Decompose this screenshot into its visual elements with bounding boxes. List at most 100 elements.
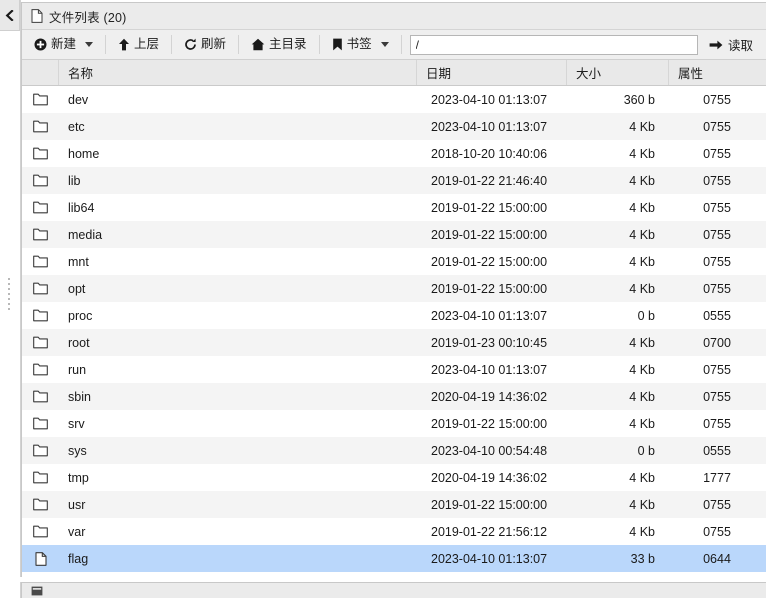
cell-attributes: 0755	[703, 119, 731, 134]
cell-date: 2019-01-22 15:00:00	[431, 200, 548, 215]
cell-date: 2023-04-10 01:13:07	[431, 119, 548, 134]
table-row[interactable]: sbin 2020-04-19 14:36:02 4 Kb 0755	[22, 383, 766, 410]
cell-size: 4 Kb	[629, 389, 655, 404]
table-row[interactable]: lib 2019-01-22 21:46:40 4 Kb 0755	[22, 167, 766, 194]
folder-icon	[22, 86, 59, 113]
cell-size: 0 b	[637, 443, 655, 458]
cell-size: 4 Kb	[629, 200, 655, 215]
table-row[interactable]: mnt 2019-01-22 15:00:00 4 Kb 0755	[22, 248, 766, 275]
new-button[interactable]: 新建	[26, 33, 101, 57]
panel-titlebar: 文件列表 (20)	[22, 3, 766, 30]
read-path-label: 读取	[727, 39, 753, 53]
folder-icon	[22, 410, 59, 437]
cell-name: sys	[68, 443, 87, 458]
cell-size: 4 Kb	[629, 146, 655, 161]
new-button-label: 新建	[51, 37, 77, 52]
cell-size: 4 Kb	[629, 470, 655, 485]
table-row[interactable]: opt 2019-01-22 15:00:00 4 Kb 0755	[22, 275, 766, 302]
panel-icon	[31, 585, 43, 597]
cell-attributes: 0755	[703, 497, 731, 512]
cell-name: mnt	[68, 254, 89, 269]
cell-size: 360 b	[623, 92, 655, 107]
cell-date: 2023-04-10 00:54:48	[431, 443, 548, 458]
table-row[interactable]: root 2019-01-23 00:10:45 4 Kb 0700	[22, 329, 766, 356]
table-row[interactable]: flag 2023-04-10 01:13:07 33 b 0644	[22, 545, 766, 572]
cell-date: 2019-01-22 21:56:12	[431, 524, 548, 539]
bookmarks-button[interactable]: 书签	[324, 33, 397, 57]
file-list-panel: 文件列表 (20) 新建 上层 刷新 主目录 书签 / 读取 名称 日期 大小 …	[21, 2, 766, 596]
arrow-up-icon	[118, 38, 130, 51]
cell-attributes: 1777	[703, 470, 731, 485]
folder-icon	[22, 356, 59, 383]
collapse-panel-button[interactable]	[0, 0, 20, 31]
table-row[interactable]: tmp 2020-04-19 14:36:02 4 Kb 1777	[22, 464, 766, 491]
cell-date: 2019-01-22 15:00:00	[431, 227, 548, 242]
chevron-down-icon[interactable]	[380, 42, 389, 47]
table-row[interactable]: dev 2023-04-10 01:13:07 360 b 0755	[22, 86, 766, 113]
plus-circle-icon	[34, 38, 47, 51]
folder-icon	[22, 194, 59, 221]
cell-attributes: 0755	[703, 254, 731, 269]
table-row[interactable]: lib64 2019-01-22 15:00:00 4 Kb 0755	[22, 194, 766, 221]
column-header-icon[interactable]	[22, 60, 59, 85]
cell-attributes: 0755	[703, 146, 731, 161]
table-row[interactable]: home 2018-10-20 10:40:06 4 Kb 0755	[22, 140, 766, 167]
parent-directory-button[interactable]: 上层	[110, 33, 167, 57]
cell-size: 4 Kb	[629, 497, 655, 512]
vertical-splitter-handle[interactable]	[8, 278, 11, 322]
file-table: 名称 日期 大小 属性 dev 2023-04-10 01:13:07 360 b 0…	[22, 60, 766, 585]
table-row[interactable]: run 2023-04-10 01:13:07 4 Kb 0755	[22, 356, 766, 383]
folder-icon	[22, 464, 59, 491]
table-row[interactable]: sys 2023-04-10 00:54:48 0 b 0555	[22, 437, 766, 464]
folder-icon	[22, 140, 59, 167]
column-header-name[interactable]: 名称	[59, 60, 417, 85]
toolbar-separator	[171, 35, 173, 54]
table-row[interactable]: var 2019-01-22 21:56:12 4 Kb 0755	[22, 518, 766, 545]
document-icon	[31, 9, 43, 23]
table-row[interactable]: etc 2023-04-10 01:13:07 4 Kb 0755	[22, 113, 766, 140]
cell-size: 0 b	[637, 308, 655, 323]
file-table-header: 名称 日期 大小 属性	[22, 60, 766, 86]
cell-date: 2019-01-22 21:46:40	[431, 173, 548, 188]
table-row[interactable]: usr 2019-01-22 15:00:00 4 Kb 0755	[22, 491, 766, 518]
column-header-attributes[interactable]: 属性	[669, 60, 765, 85]
cell-size: 4 Kb	[629, 281, 655, 296]
home-directory-button[interactable]: 主目录	[243, 33, 315, 57]
read-path-button[interactable]: 读取	[704, 33, 760, 57]
folder-icon	[22, 491, 59, 518]
refresh-button[interactable]: 刷新	[176, 33, 234, 57]
cell-attributes: 0755	[703, 362, 731, 377]
toolbar-separator	[318, 35, 320, 54]
cell-size: 4 Kb	[629, 254, 655, 269]
cell-name: run	[68, 362, 87, 377]
cell-name: srv	[68, 416, 85, 431]
column-header-date[interactable]: 日期	[417, 60, 567, 85]
cell-size: 4 Kb	[629, 416, 655, 431]
cell-attributes: 0755	[703, 524, 731, 539]
folder-icon	[22, 248, 59, 275]
cell-size: 4 Kb	[629, 227, 655, 242]
cell-attributes: 0555	[703, 443, 731, 458]
cell-name: home	[68, 146, 100, 161]
refresh-icon	[184, 38, 197, 51]
cell-size: 33 b	[630, 551, 655, 566]
cell-name: media	[68, 227, 103, 242]
file-table-body: dev 2023-04-10 01:13:07 360 b 0755 etc 2023-0…	[22, 86, 766, 585]
cell-name: lib	[68, 173, 81, 188]
folder-icon	[22, 167, 59, 194]
chevron-down-icon[interactable]	[85, 42, 94, 47]
table-row[interactable]: media 2019-01-22 15:00:00 4 Kb 0755	[22, 221, 766, 248]
cell-size: 4 Kb	[629, 524, 655, 539]
path-input[interactable]	[409, 34, 698, 55]
cell-name: flag	[68, 551, 89, 566]
column-header-size[interactable]: 大小	[567, 60, 669, 85]
bottom-panel-titlebar[interactable]	[21, 582, 766, 598]
cell-attributes: 0755	[703, 227, 731, 242]
cell-date: 2018-10-20 10:40:06	[431, 146, 548, 161]
table-row[interactable]: proc 2023-04-10 01:13:07 0 b 0555	[22, 302, 766, 329]
table-row[interactable]: srv 2019-01-22 15:00:00 4 Kb 0755	[22, 410, 766, 437]
toolbar: 新建 上层 刷新 主目录 书签 / 读取	[22, 30, 766, 60]
home-icon	[251, 38, 265, 51]
cell-attributes: 0555	[703, 308, 731, 323]
cell-attributes: 0755	[703, 416, 731, 431]
